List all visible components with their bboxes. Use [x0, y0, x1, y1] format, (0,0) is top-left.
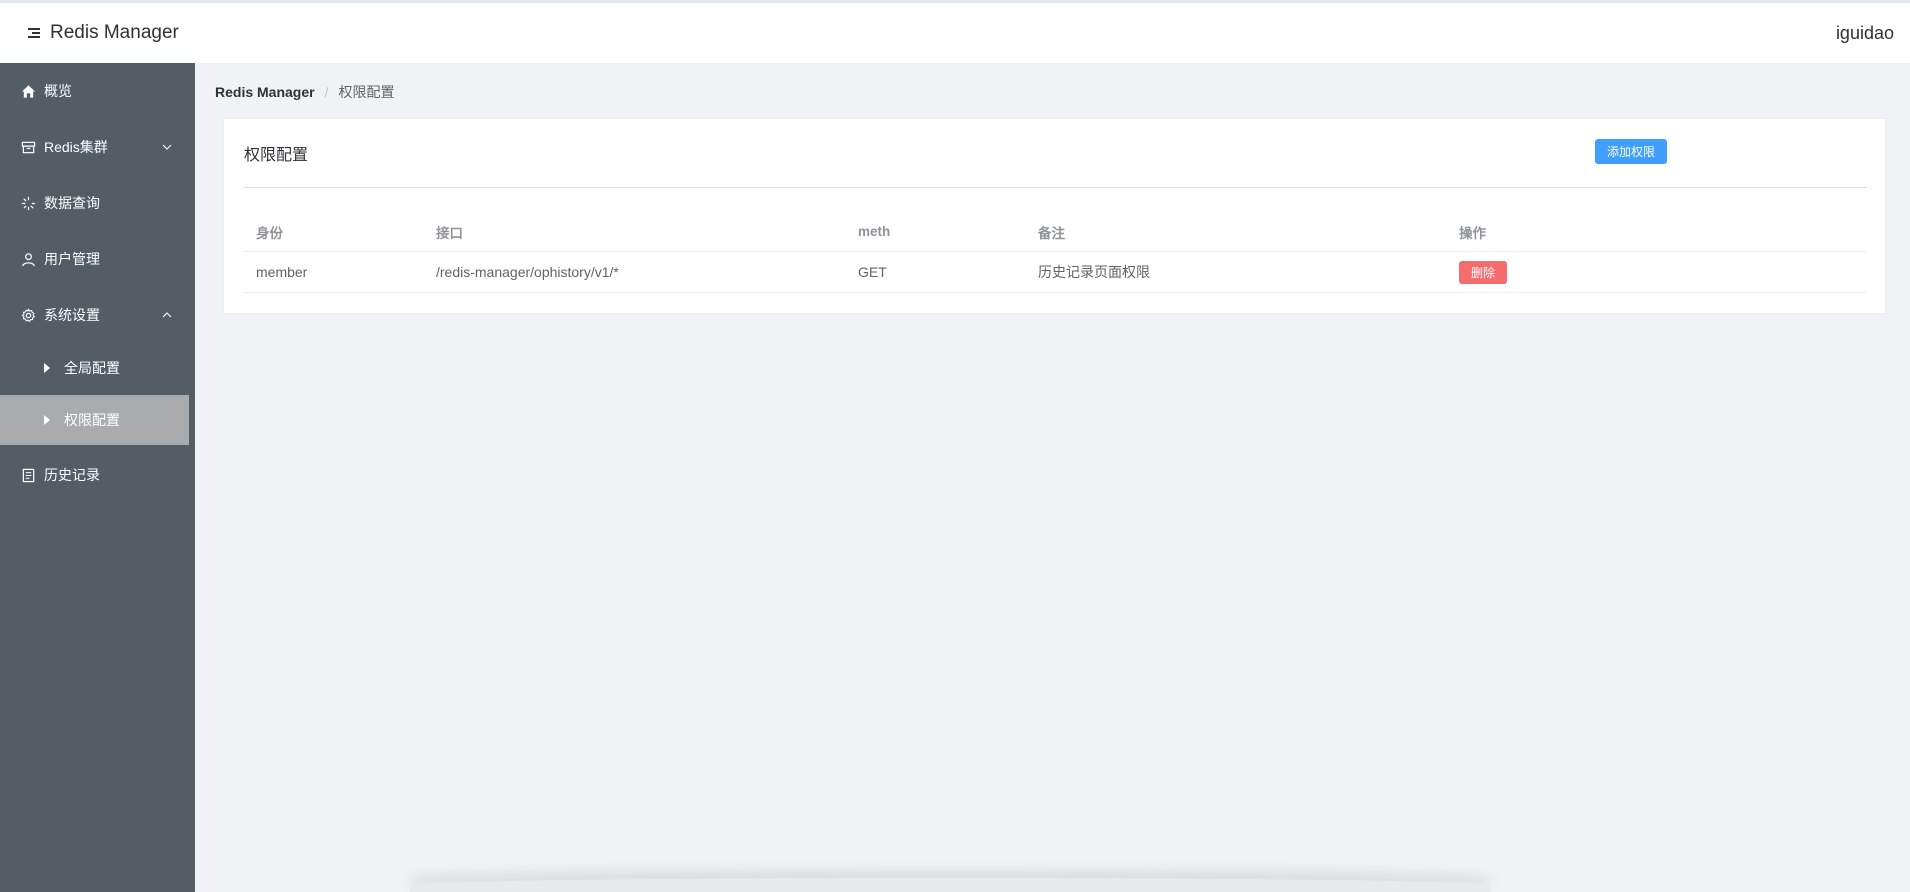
column-header-identity: 身份 [256, 225, 283, 241]
breadcrumb-separator: / [324, 84, 329, 100]
cell-identity: member [256, 264, 308, 280]
sidebar-item-system-settings[interactable]: 系统设置 [0, 287, 195, 343]
sidebar-item-label: 系统设置 [44, 307, 100, 323]
cell-action: 删除 [1447, 260, 1867, 284]
add-permission-button[interactable]: 添加权限 [1595, 139, 1667, 164]
sidebar-subitem-label: 权限配置 [64, 412, 120, 428]
chevron-up-icon [162, 312, 172, 318]
cell-note: 历史记录页面权限 [1038, 264, 1150, 280]
sidebar-item-label: 用户管理 [44, 251, 100, 267]
card-title: 权限配置 [244, 147, 309, 164]
sidebar-subitem-global-config[interactable]: 全局配置 [0, 343, 189, 393]
brand: Redis Manager [28, 22, 179, 44]
main-content: Redis Manager / 权限配置 权限配置 添加权限 身份 接口 met… [195, 63, 1910, 892]
top-header: Redis Manager iguidao [0, 3, 1910, 63]
table-row: member /redis-manager/ophistory/v1/* GET… [244, 252, 1867, 293]
gear-icon [20, 307, 36, 323]
sidebar-item-redis-cluster[interactable]: Redis集群 [0, 119, 195, 175]
column-header-action: 操作 [1459, 225, 1486, 241]
sidebar-item-label: 概览 [44, 83, 72, 99]
table-header: 身份 接口 meth 备注 操作 [244, 212, 1867, 252]
sidebar-item-label: 历史记录 [44, 467, 100, 483]
column-header-note: 备注 [1038, 225, 1065, 241]
sidebar-item-user-management[interactable]: 用户管理 [0, 231, 195, 287]
column-header-api: 接口 [436, 225, 463, 241]
home-icon [20, 83, 36, 99]
username[interactable]: iguidao [1836, 23, 1894, 44]
archive-icon [20, 139, 36, 155]
sidebar-subitem-label: 全局配置 [64, 360, 120, 376]
sidebar: 概览 Redis集群 数据查询 用户管理 系统设置 全局配置 权限配置 历史记录 [0, 63, 195, 892]
chevron-down-icon [162, 144, 172, 150]
permission-card: 权限配置 添加权限 身份 接口 meth 备注 操作 member /redis… [223, 118, 1886, 314]
breadcrumb: Redis Manager / 权限配置 [215, 82, 394, 102]
app-title: Redis Manager [50, 22, 179, 43]
divider [244, 187, 1867, 188]
cell-api: /redis-manager/ophistory/v1/* [436, 264, 619, 280]
delete-button[interactable]: 删除 [1459, 260, 1507, 284]
breadcrumb-root[interactable]: Redis Manager [215, 84, 315, 100]
sidebar-item-label: Redis集群 [44, 139, 108, 155]
sidebar-item-data-query[interactable]: 数据查询 [0, 175, 195, 231]
column-header-method: meth [858, 224, 891, 239]
bottom-shadow [410, 878, 1490, 892]
breadcrumb-current: 权限配置 [338, 84, 395, 100]
permission-table: 身份 接口 meth 备注 操作 member /redis-manager/o… [244, 212, 1867, 293]
user-icon [20, 251, 36, 267]
document-icon [20, 467, 36, 483]
sidebar-subitem-permission-config[interactable]: 权限配置 [0, 395, 189, 445]
loading-icon [20, 195, 36, 211]
sidebar-item-overview[interactable]: 概览 [0, 63, 195, 119]
menu-toggle-icon[interactable] [28, 28, 40, 38]
cell-method: GET [858, 264, 887, 280]
sidebar-item-label: 数据查询 [44, 195, 100, 211]
sidebar-item-history[interactable]: 历史记录 [0, 447, 195, 503]
caret-right-icon [44, 363, 50, 373]
caret-right-icon [44, 415, 50, 425]
